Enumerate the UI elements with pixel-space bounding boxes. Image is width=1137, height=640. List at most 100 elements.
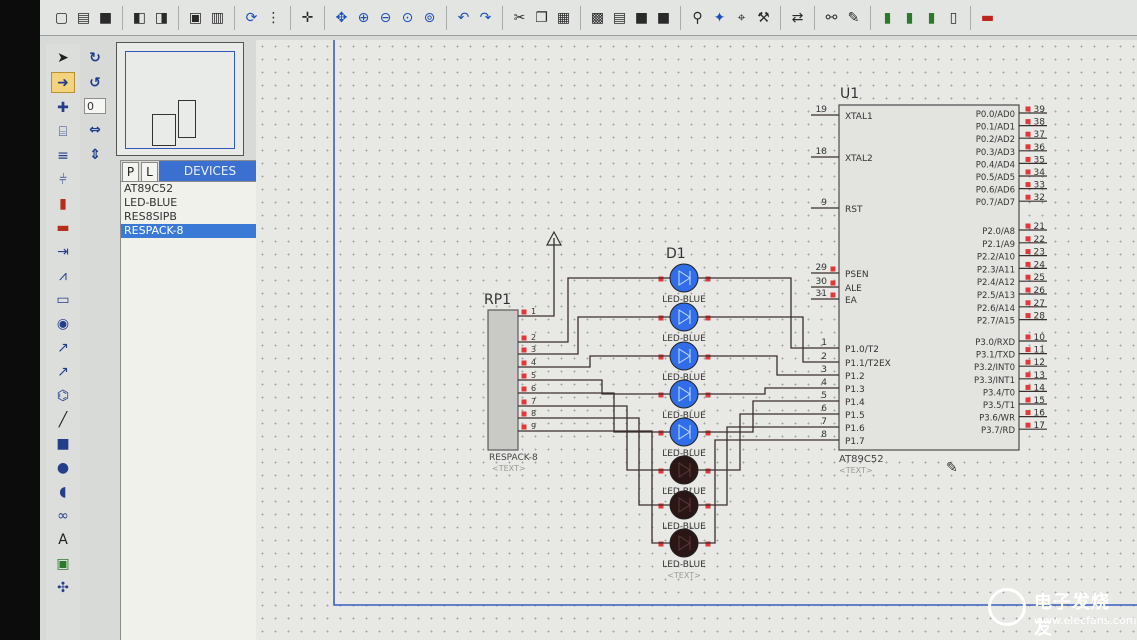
open-folder-icon[interactable]: ▤ — [74, 8, 93, 27]
select-icon[interactable]: ➤ — [52, 48, 74, 67]
symbol-icon[interactable]: ▣ — [52, 554, 74, 573]
save-icon[interactable]: ■ — [96, 8, 115, 27]
line-icon[interactable]: ╱ — [52, 410, 74, 429]
make-device-icon[interactable]: ✦ — [710, 8, 729, 27]
mirror-horizontal-icon[interactable]: ⇔ — [84, 120, 106, 139]
pin-marker — [1025, 274, 1031, 280]
toolbar-separator — [780, 5, 781, 30]
u1-pin-number: 15 — [1034, 396, 1045, 406]
path-icon[interactable]: ∞ — [52, 506, 74, 525]
origin-icon[interactable]: ✛ — [298, 8, 317, 27]
u1-pin-number: 16 — [1034, 409, 1046, 419]
electrical-rules-icon[interactable]: ▮ — [922, 8, 941, 27]
circle-icon[interactable]: ● — [52, 458, 74, 477]
device-list-item[interactable]: AT89C52 — [121, 182, 261, 196]
zoom-all-icon[interactable]: ⊙ — [398, 8, 417, 27]
bill-of-materials-icon[interactable]: ▮ — [900, 8, 919, 27]
redo-icon[interactable]: ↷ — [476, 8, 495, 27]
copy-icon[interactable]: ❐ — [532, 8, 551, 27]
grid-icon[interactable]: ⋮ — [264, 8, 283, 27]
block-copy-icon[interactable]: ▩ — [588, 8, 607, 27]
component-icon[interactable]: ➜ — [51, 72, 75, 93]
virtual-instrument-icon[interactable]: ⌬ — [52, 386, 74, 405]
print-area-icon[interactable]: ▥ — [208, 8, 227, 27]
pin-marker — [1025, 249, 1031, 255]
paste-icon[interactable]: ▦ — [554, 8, 573, 27]
text-icon[interactable]: A — [52, 530, 74, 549]
u1-part-label: AT89C52 — [839, 454, 884, 465]
property-assign-icon[interactable]: ✎ — [844, 8, 863, 27]
block-move-icon[interactable]: ▤ — [610, 8, 629, 27]
box-icon[interactable]: ■ — [52, 434, 74, 453]
mirror-vertical-icon[interactable]: ⇕ — [84, 145, 106, 164]
pick-device-icon[interactable]: ⚲ — [688, 8, 707, 27]
check-icon[interactable]: ▯ — [944, 8, 963, 27]
u1-pin-number: 31 — [816, 289, 827, 299]
generator-icon[interactable]: ◉ — [52, 314, 74, 333]
zoom-in-icon[interactable]: ⊕ — [354, 8, 373, 27]
block-delete-icon[interactable]: ■ — [654, 8, 673, 27]
pin-marker — [1025, 261, 1031, 267]
device-list-item-selected[interactable]: RESPACK-8 — [121, 224, 261, 238]
current-probe-icon[interactable]: ↗ — [52, 362, 74, 381]
package-icon[interactable]: ⌖ — [732, 8, 751, 27]
undo-icon[interactable]: ↶ — [454, 8, 473, 27]
netlist-icon[interactable]: ▮ — [878, 8, 897, 27]
text-script-icon[interactable]: ≡ — [52, 146, 74, 165]
device-list-item[interactable]: RES8SIPB — [121, 210, 261, 224]
u1-pin-name: ALE — [845, 284, 862, 294]
u1-pin-name: P0.4/AD4 — [976, 160, 1015, 170]
print-icon[interactable]: ▣ — [186, 8, 205, 27]
u1-pin-number: 3 — [821, 365, 827, 375]
toolbar-separator — [680, 5, 681, 30]
schematic-canvas[interactable]: U1 AT89C52 <TEXT> 19 XTAL1 18 XTAL2 9 RST 29 PSEN 3… — [256, 40, 1137, 640]
device-pin-icon[interactable]: ⇥ — [52, 242, 74, 261]
terminal-icon[interactable]: ▬ — [52, 218, 74, 237]
led-anode-wire — [540, 379, 670, 395]
rotate-anticlockwise-icon[interactable]: ↺ — [84, 73, 106, 92]
zoom-out-icon[interactable]: ⊖ — [376, 8, 395, 27]
wire-autorouter-icon[interactable]: ⇄ — [788, 8, 807, 27]
led-anode-wire — [540, 355, 670, 368]
pin-marker — [658, 430, 664, 436]
rotate-clockwise-icon[interactable]: ↻ — [84, 48, 106, 67]
overview-component — [178, 100, 196, 138]
zoom-area-icon[interactable]: ⊚ — [420, 8, 439, 27]
overview-window[interactable] — [116, 42, 244, 156]
rotation-angle-field[interactable]: 0 — [84, 98, 106, 114]
pin-marker — [1025, 144, 1031, 150]
pcb-icon[interactable]: ▬ — [978, 8, 997, 27]
import-icon[interactable]: ◧ — [130, 8, 149, 27]
pin-marker — [1025, 131, 1031, 137]
export-icon[interactable]: ◨ — [152, 8, 171, 27]
subcircuit-icon[interactable]: ▮ — [52, 194, 74, 213]
new-file-icon[interactable]: ▢ — [52, 8, 71, 27]
junction-icon[interactable]: ✚ — [52, 98, 74, 117]
bus-icon[interactable]: ⫩ — [52, 170, 74, 189]
u1-pin-name: P2.3/A11 — [977, 265, 1015, 275]
graph-icon[interactable]: ⩘ — [52, 266, 74, 285]
pin-marker — [830, 266, 836, 272]
led-cathode-wire — [698, 355, 811, 376]
arc-icon[interactable]: ◖ — [52, 482, 74, 501]
pick-devices-button[interactable]: P — [122, 162, 139, 182]
marker-icon[interactable]: ✣ — [52, 578, 74, 597]
voltage-probe-icon[interactable]: ↗ — [52, 338, 74, 357]
search-tag-icon[interactable]: ⚯ — [822, 8, 841, 27]
refresh-icon[interactable]: ⟳ — [242, 8, 261, 27]
wire-label-icon[interactable]: ⌸ — [52, 122, 74, 141]
cut-icon[interactable]: ✂ — [510, 8, 529, 27]
block-rotate-icon[interactable]: ■ — [632, 8, 651, 27]
pan-icon[interactable]: ✥ — [332, 8, 351, 27]
u1-pin-number: 27 — [1034, 299, 1045, 309]
decompose-icon[interactable]: ⚒ — [754, 8, 773, 27]
library-manager-button[interactable]: L — [141, 162, 158, 182]
led — [669, 263, 699, 293]
u1-pin-number: 13 — [1034, 371, 1045, 381]
pin-marker — [521, 386, 527, 392]
u1-pin-name: P3.2/INT0 — [974, 363, 1015, 373]
rp1-text-placeholder: <TEXT> — [492, 464, 526, 473]
tape-icon[interactable]: ▭ — [52, 290, 74, 309]
device-list-item[interactable]: LED-BLUE — [121, 196, 261, 210]
u1-pin-name: P0.2/AD2 — [976, 135, 1015, 145]
